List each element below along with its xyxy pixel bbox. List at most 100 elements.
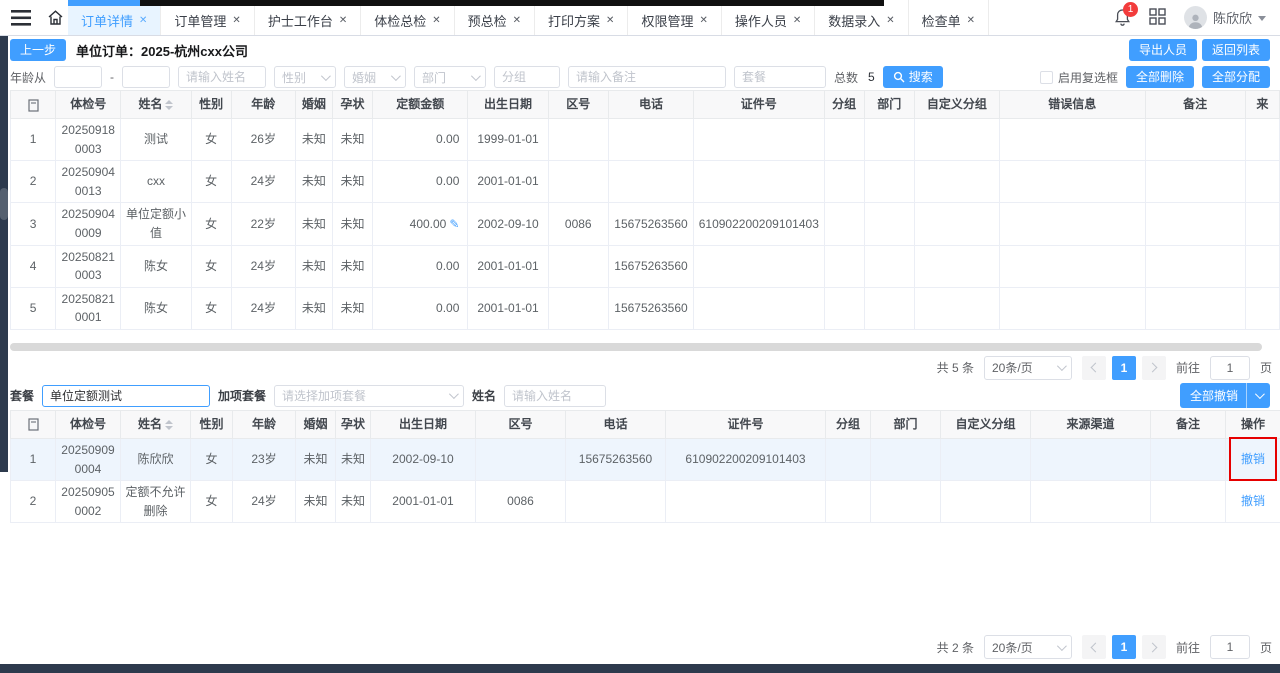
row-index: 5: [11, 287, 56, 329]
col-remark: 备注: [1151, 410, 1226, 438]
current-page-button[interactable]: 1: [1112, 356, 1136, 380]
package-filter-input[interactable]: [734, 66, 826, 88]
cell-pregnancy: 未知: [336, 438, 371, 480]
table-row[interactable]: 1202509180003测试女26岁未知未知0.001999-01-01: [11, 119, 1280, 161]
sidebar-scrollbar-thumb[interactable]: [0, 188, 8, 220]
total-count-label: 共 2 条: [937, 639, 974, 656]
revoke-link[interactable]: 撤销: [1241, 494, 1265, 508]
apps-grid-button[interactable]: [1149, 8, 1166, 28]
search-button[interactable]: 搜索: [883, 66, 943, 88]
table-row[interactable]: 2202509050002定额不允许删除女24岁未知未知2001-01-0100…: [11, 481, 1280, 523]
cell-age: 24岁: [231, 245, 295, 287]
hamburger-menu-button[interactable]: [0, 0, 42, 35]
tab-close-icon[interactable]: ✕: [139, 16, 147, 26]
tab-close-icon[interactable]: ✕: [232, 16, 240, 26]
export-people-button[interactable]: 导出人员: [1129, 39, 1197, 61]
tab-close-icon[interactable]: ✕: [699, 16, 707, 26]
age-from-label: 年龄从: [10, 69, 46, 86]
cell-group: [826, 438, 871, 480]
edit-icon[interactable]: ✎: [449, 217, 459, 231]
tab-close-icon[interactable]: ✕: [886, 16, 894, 26]
cell-custom-group: [941, 438, 1031, 480]
gender-select[interactable]: 性别: [274, 66, 336, 88]
name-input[interactable]: [504, 385, 606, 407]
table-header-row: 体检号 姓名 性别 年龄 婚姻 孕状 定额金额 出生日期 区号 电话 证件号 分…: [11, 91, 1280, 119]
col-age: 年龄: [233, 410, 296, 438]
cell-exam-no: 202509040013: [56, 161, 121, 203]
table-row[interactable]: 4202508210003陈女女24岁未知未知0.002001-01-01156…: [11, 245, 1280, 287]
page-size-select[interactable]: 20条/页: [984, 635, 1072, 659]
revoke-link[interactable]: 撤销: [1241, 452, 1265, 466]
prev-page-button[interactable]: [1082, 356, 1106, 380]
user-menu[interactable]: 陈欣欣: [1184, 6, 1266, 29]
cell-custom-group: [941, 481, 1031, 523]
tab-close-icon[interactable]: ✕: [513, 16, 521, 26]
cell-birth: 2001-01-01: [468, 287, 548, 329]
current-page-button[interactable]: 1: [1112, 635, 1136, 659]
group-filter-input[interactable]: [494, 66, 560, 88]
col-source-channel: 来源渠道: [1031, 410, 1151, 438]
tab-close-icon[interactable]: ✕: [793, 16, 801, 26]
prev-step-button[interactable]: 上一步: [10, 39, 66, 61]
tab-close-icon[interactable]: ✕: [339, 16, 347, 26]
table1-pagination: 共 5 条 20条/页 1 前往 页: [0, 355, 1280, 381]
tab-label: 数据录入: [828, 11, 880, 30]
tab-check-sheet[interactable]: 检查单 ✕: [909, 0, 989, 35]
table-row[interactable]: 2202509040013cxx女24岁未知未知0.002001-01-01: [11, 161, 1280, 203]
cell-source: [1245, 161, 1279, 203]
cell-id: [694, 287, 824, 329]
age-min-input[interactable]: [54, 66, 102, 88]
return-list-button[interactable]: 返回列表: [1202, 39, 1270, 61]
home-button[interactable]: [42, 0, 68, 35]
cell-error: [1000, 161, 1145, 203]
select-column-header[interactable]: [11, 410, 56, 438]
enable-checkbox[interactable]: [1040, 71, 1053, 84]
assign-all-button[interactable]: 全部分配: [1202, 66, 1270, 88]
addon-package-select[interactable]: 请选择加项套餐: [274, 385, 464, 407]
goto-page-input[interactable]: [1210, 635, 1250, 659]
notification-button[interactable]: 1: [1114, 8, 1131, 27]
tab-label: 护士工作台: [268, 11, 333, 30]
cell-birth: 2001-01-01: [468, 245, 548, 287]
next-page-button[interactable]: [1142, 635, 1166, 659]
goto-page-input[interactable]: [1210, 356, 1250, 380]
revoke-all-button[interactable]: 全部撤销: [1180, 383, 1270, 408]
sort-icon[interactable]: [165, 420, 173, 430]
package-input[interactable]: [42, 385, 210, 407]
department-select[interactable]: 部门: [414, 66, 486, 88]
cell-exam-no: 202509090004: [56, 438, 121, 480]
table-row-selected[interactable]: 1202509090004陈欣欣女23岁未知未知2002-09-10156752…: [11, 438, 1280, 480]
table-row[interactable]: 3202509040009单位定额小值女22岁未知未知 400.00✎ 2002…: [11, 203, 1280, 245]
chevron-down-icon: [471, 71, 481, 81]
age-max-input[interactable]: [122, 66, 170, 88]
home-icon: [47, 9, 64, 26]
page-size-select[interactable]: 20条/页: [984, 356, 1072, 380]
gender-select-placeholder: 性别: [282, 69, 306, 86]
col-source-cut: 来: [1245, 91, 1279, 119]
marriage-select[interactable]: 婚姻: [344, 66, 406, 88]
remark-filter-input[interactable]: [568, 66, 726, 88]
select-column-header[interactable]: [11, 91, 56, 119]
cell-custom-group: [914, 287, 999, 329]
cell-id: [694, 245, 824, 287]
cell-marriage: 未知: [296, 438, 336, 480]
delete-all-button[interactable]: 全部删除: [1126, 66, 1194, 88]
cell-remark: [1151, 481, 1226, 523]
cell-group: [824, 287, 864, 329]
tab-close-icon[interactable]: ✕: [606, 16, 614, 26]
next-page-button[interactable]: [1142, 356, 1166, 380]
cell-quota: 0.00: [373, 245, 468, 287]
col-name-label: 姓名: [138, 417, 162, 431]
horizontal-scrollbar[interactable]: [10, 343, 1262, 351]
cell-phone: [566, 481, 666, 523]
sort-icon[interactable]: [165, 100, 173, 110]
tab-label: 检查单: [922, 11, 961, 30]
name-filter-input[interactable]: [178, 66, 266, 88]
collapsed-sidebar[interactable]: [0, 36, 8, 472]
tab-close-icon[interactable]: ✕: [432, 16, 440, 26]
col-custom-group: 自定义分组: [914, 91, 999, 119]
tab-close-icon[interactable]: ✕: [967, 16, 975, 26]
prev-page-button[interactable]: [1082, 635, 1106, 659]
table-row[interactable]: 5202508210001陈女女24岁未知未知0.002001-01-01156…: [11, 287, 1280, 329]
revoke-all-dropdown[interactable]: [1247, 388, 1270, 403]
